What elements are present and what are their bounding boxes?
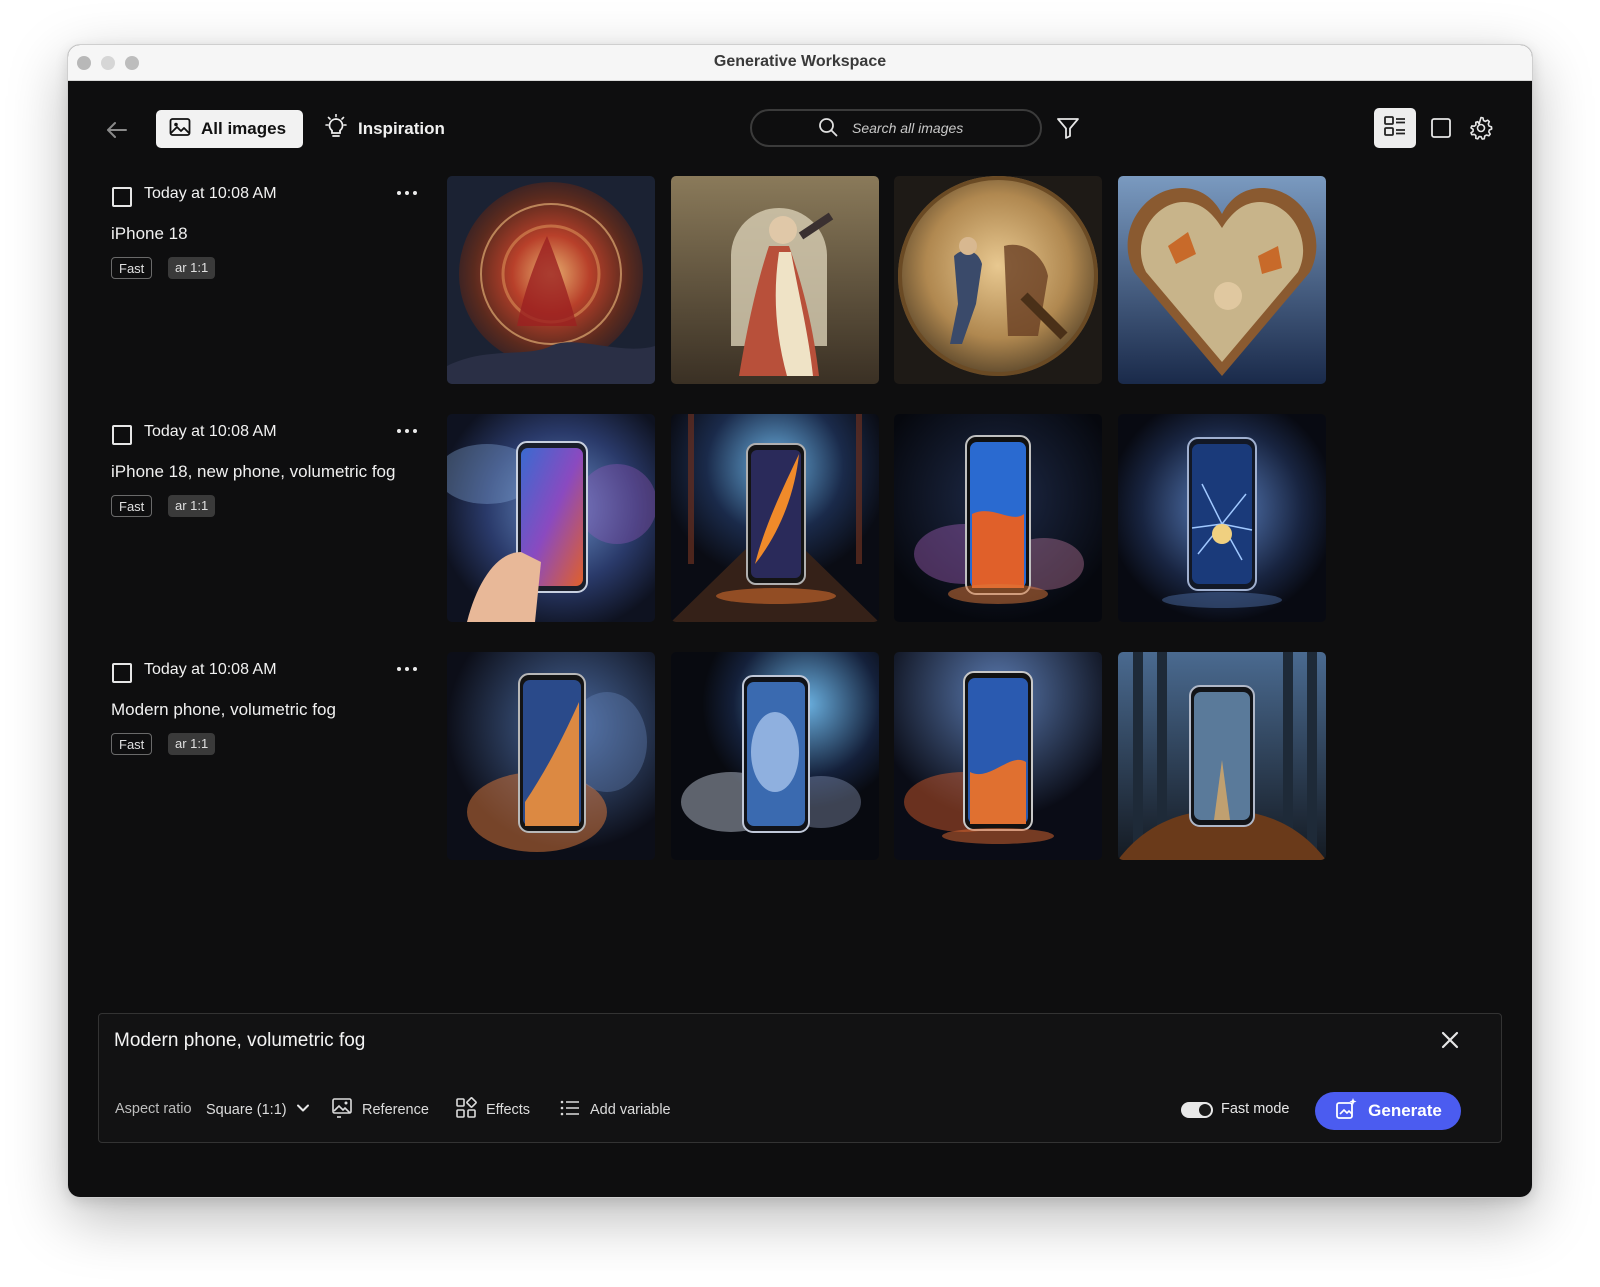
tag-speed: Fast (111, 733, 153, 755)
batch-prompt: Modern phone, volumetric fog (111, 700, 336, 719)
image-thumbnail[interactable] (671, 652, 879, 860)
close-icon[interactable] (1439, 1029, 1461, 1051)
more-options-icon[interactable] (394, 180, 420, 204)
app-window: Generative Workspace All images Inspirat… (68, 45, 1532, 1197)
image-thumbnail[interactable] (671, 176, 879, 384)
image-thumbnail[interactable] (1118, 414, 1326, 622)
batch-row: Today at 10:08 AM iPhone 18, new phone, … (68, 414, 1532, 629)
image-thumbnail[interactable] (894, 652, 1102, 860)
effects-label: Effects (486, 1102, 531, 1118)
add-variable-label: Add variable (590, 1102, 671, 1118)
reference-image-icon (331, 1097, 353, 1123)
image-thumbnail[interactable] (1118, 176, 1326, 384)
aspect-ratio-label: Aspect ratio (115, 1101, 192, 1117)
tag-speed: Fast (111, 257, 153, 279)
batch-timestamp: Today at 10:08 AM (144, 185, 277, 202)
tag-aspect-ratio: ar 1:1 (168, 495, 216, 517)
single-view-square-icon[interactable] (1429, 116, 1453, 140)
tag-speed: Fast (111, 495, 153, 517)
more-options-icon[interactable] (394, 656, 420, 680)
window-title: Generative Workspace (713, 53, 887, 70)
search-input[interactable] (850, 119, 974, 137)
grid-view-button[interactable] (1374, 108, 1416, 148)
reference-label: Reference (362, 1102, 429, 1118)
batch-checkbox[interactable] (112, 187, 132, 207)
more-options-icon[interactable] (394, 418, 420, 442)
search-box[interactable] (750, 109, 1042, 147)
fast-mode-label: Fast mode (1221, 1101, 1290, 1117)
tag-aspect-ratio: ar 1:1 (168, 257, 216, 279)
image-icon (169, 117, 191, 142)
prompt-input[interactable] (112, 1027, 1416, 1055)
image-thumbnail[interactable] (447, 652, 655, 860)
image-thumbnail[interactable] (447, 176, 655, 384)
fast-mode-toggle[interactable] (1181, 1102, 1213, 1118)
tag-aspect-ratio: ar 1:1 (168, 733, 216, 755)
back-arrow-icon[interactable] (104, 117, 130, 143)
gear-icon[interactable] (1468, 115, 1494, 141)
aspect-ratio-value: Square (1:1) (206, 1102, 287, 1118)
effects-button[interactable]: Effects (455, 1097, 530, 1123)
filter-icon[interactable] (1055, 115, 1081, 141)
tab-label: Inspiration (358, 119, 445, 138)
image-thumbnail[interactable] (671, 414, 879, 622)
image-thumbnail[interactable] (894, 414, 1102, 622)
batch-timestamp: Today at 10:08 AM (144, 423, 277, 440)
image-thumbnail[interactable] (894, 176, 1102, 384)
tab-label: All images (201, 119, 287, 138)
batch-prompt: iPhone 18, new phone, volumetric fog (111, 462, 396, 481)
add-variable-button[interactable]: Add variable (559, 1097, 671, 1123)
tab-inspiration[interactable]: Inspiration (324, 110, 445, 148)
batch-checkbox[interactable] (112, 663, 132, 683)
aspect-ratio-dropdown[interactable]: Square (1:1) (206, 1097, 310, 1123)
batch-row: Today at 10:08 AM iPhone 18 Fast ar 1:1 (68, 176, 1532, 391)
image-thumbnail[interactable] (447, 414, 655, 622)
search-icon (818, 117, 838, 140)
batch-checkbox[interactable] (112, 425, 132, 445)
grid-list-icon (1383, 114, 1407, 143)
reference-button[interactable]: Reference (331, 1097, 429, 1123)
generate-label: Generate (1368, 1101, 1442, 1120)
batch-row: Today at 10:08 AM Modern phone, volumetr… (68, 652, 1532, 867)
generate-sparkle-icon (1334, 1097, 1358, 1126)
image-thumbnail[interactable] (1118, 652, 1326, 860)
list-icon (559, 1097, 581, 1123)
title-bar: Generative Workspace (68, 45, 1532, 81)
prompt-composer: Aspect ratio Square (1:1) Reference Effe… (98, 1013, 1502, 1143)
chevron-down-icon (296, 1101, 310, 1119)
effects-icon (455, 1097, 477, 1123)
batch-timestamp: Today at 10:08 AM (144, 661, 277, 678)
tab-all-images[interactable]: All images (156, 110, 303, 148)
generate-button[interactable]: Generate (1315, 1092, 1461, 1130)
lightbulb-icon (324, 113, 348, 145)
batch-prompt: iPhone 18 (111, 224, 188, 243)
